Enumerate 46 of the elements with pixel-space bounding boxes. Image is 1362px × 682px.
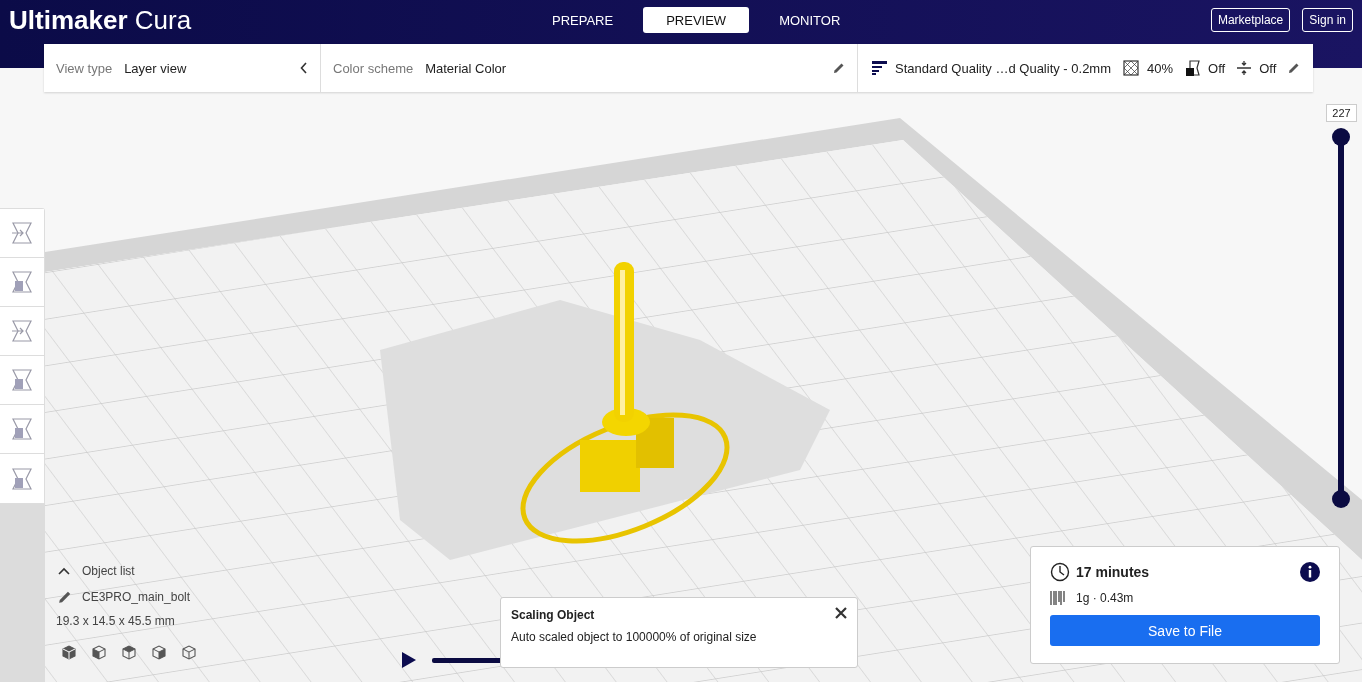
- info-icon[interactable]: [1300, 562, 1320, 582]
- cube-icon: [61, 644, 77, 660]
- model-tool-icon: [9, 416, 35, 442]
- layer-number: 227: [1326, 104, 1357, 122]
- app-logo: Ultimaker Cura: [9, 5, 192, 35]
- header-button[interactable]: Marketplace: [1210, 8, 1291, 32]
- object-dimensions: 19.3 x 14.5 x 45.5 mm: [56, 614, 176, 628]
- color-scheme-dropdown[interactable]: Color scheme Material Color: [321, 44, 858, 92]
- caret-icon: [58, 567, 70, 575]
- view-type-dropdown[interactable]: View type Layer view: [44, 44, 321, 92]
- model-tool-icon: [9, 367, 35, 393]
- chevron-left-icon: [300, 62, 308, 74]
- stage-tab[interactable]: PREVIEW: [643, 7, 750, 33]
- model-tool-icon: [9, 465, 35, 492]
- material-usage: 1g · 0.43m: [1076, 591, 1134, 605]
- cube-icon: [91, 644, 107, 660]
- close-button[interactable]: [835, 607, 847, 619]
- stage-tab[interactable]: PREPARE: [530, 7, 636, 33]
- cube-icon: [121, 644, 137, 660]
- pencil-icon: [1288, 62, 1301, 74]
- pencil-icon: [833, 62, 845, 74]
- close-icon: [835, 607, 847, 619]
- infill-icon: [1123, 60, 1140, 76]
- print-time: 17 minutes: [1076, 564, 1150, 580]
- model-tool-icon: [9, 318, 35, 344]
- model-tool-icon: [9, 220, 35, 246]
- object-list-toggle[interactable]: Object list: [56, 564, 135, 578]
- message-title: Scaling Object: [511, 608, 595, 622]
- message-text: Auto scaled object to 100000% of original size: [511, 630, 758, 644]
- print-setup-button[interactable]: Standard Quality …d Quality - 0.2mm 40% Off Off: [858, 44, 1313, 92]
- object-name: CE3PRO_main_bolt: [82, 590, 191, 604]
- cube-icon: [151, 644, 167, 660]
- slider-handle[interactable]: [1332, 128, 1350, 146]
- stage-tab[interactable]: MONITOR: [757, 7, 863, 33]
- play-button[interactable]: [400, 650, 418, 670]
- filament-icon: [1050, 590, 1066, 606]
- pencil-icon: [58, 590, 72, 604]
- model-tool-icon: [9, 269, 35, 295]
- profile-icon: [872, 61, 887, 75]
- play-icon: [401, 651, 417, 669]
- cube-icon: [181, 644, 197, 660]
- adhesion-icon: [1237, 60, 1252, 76]
- clock-icon: [1050, 562, 1070, 582]
- save-to-file-button[interactable]: Save to File: [1050, 615, 1320, 646]
- support-icon: [1185, 60, 1201, 76]
- header-button[interactable]: Sign in: [1302, 8, 1353, 32]
